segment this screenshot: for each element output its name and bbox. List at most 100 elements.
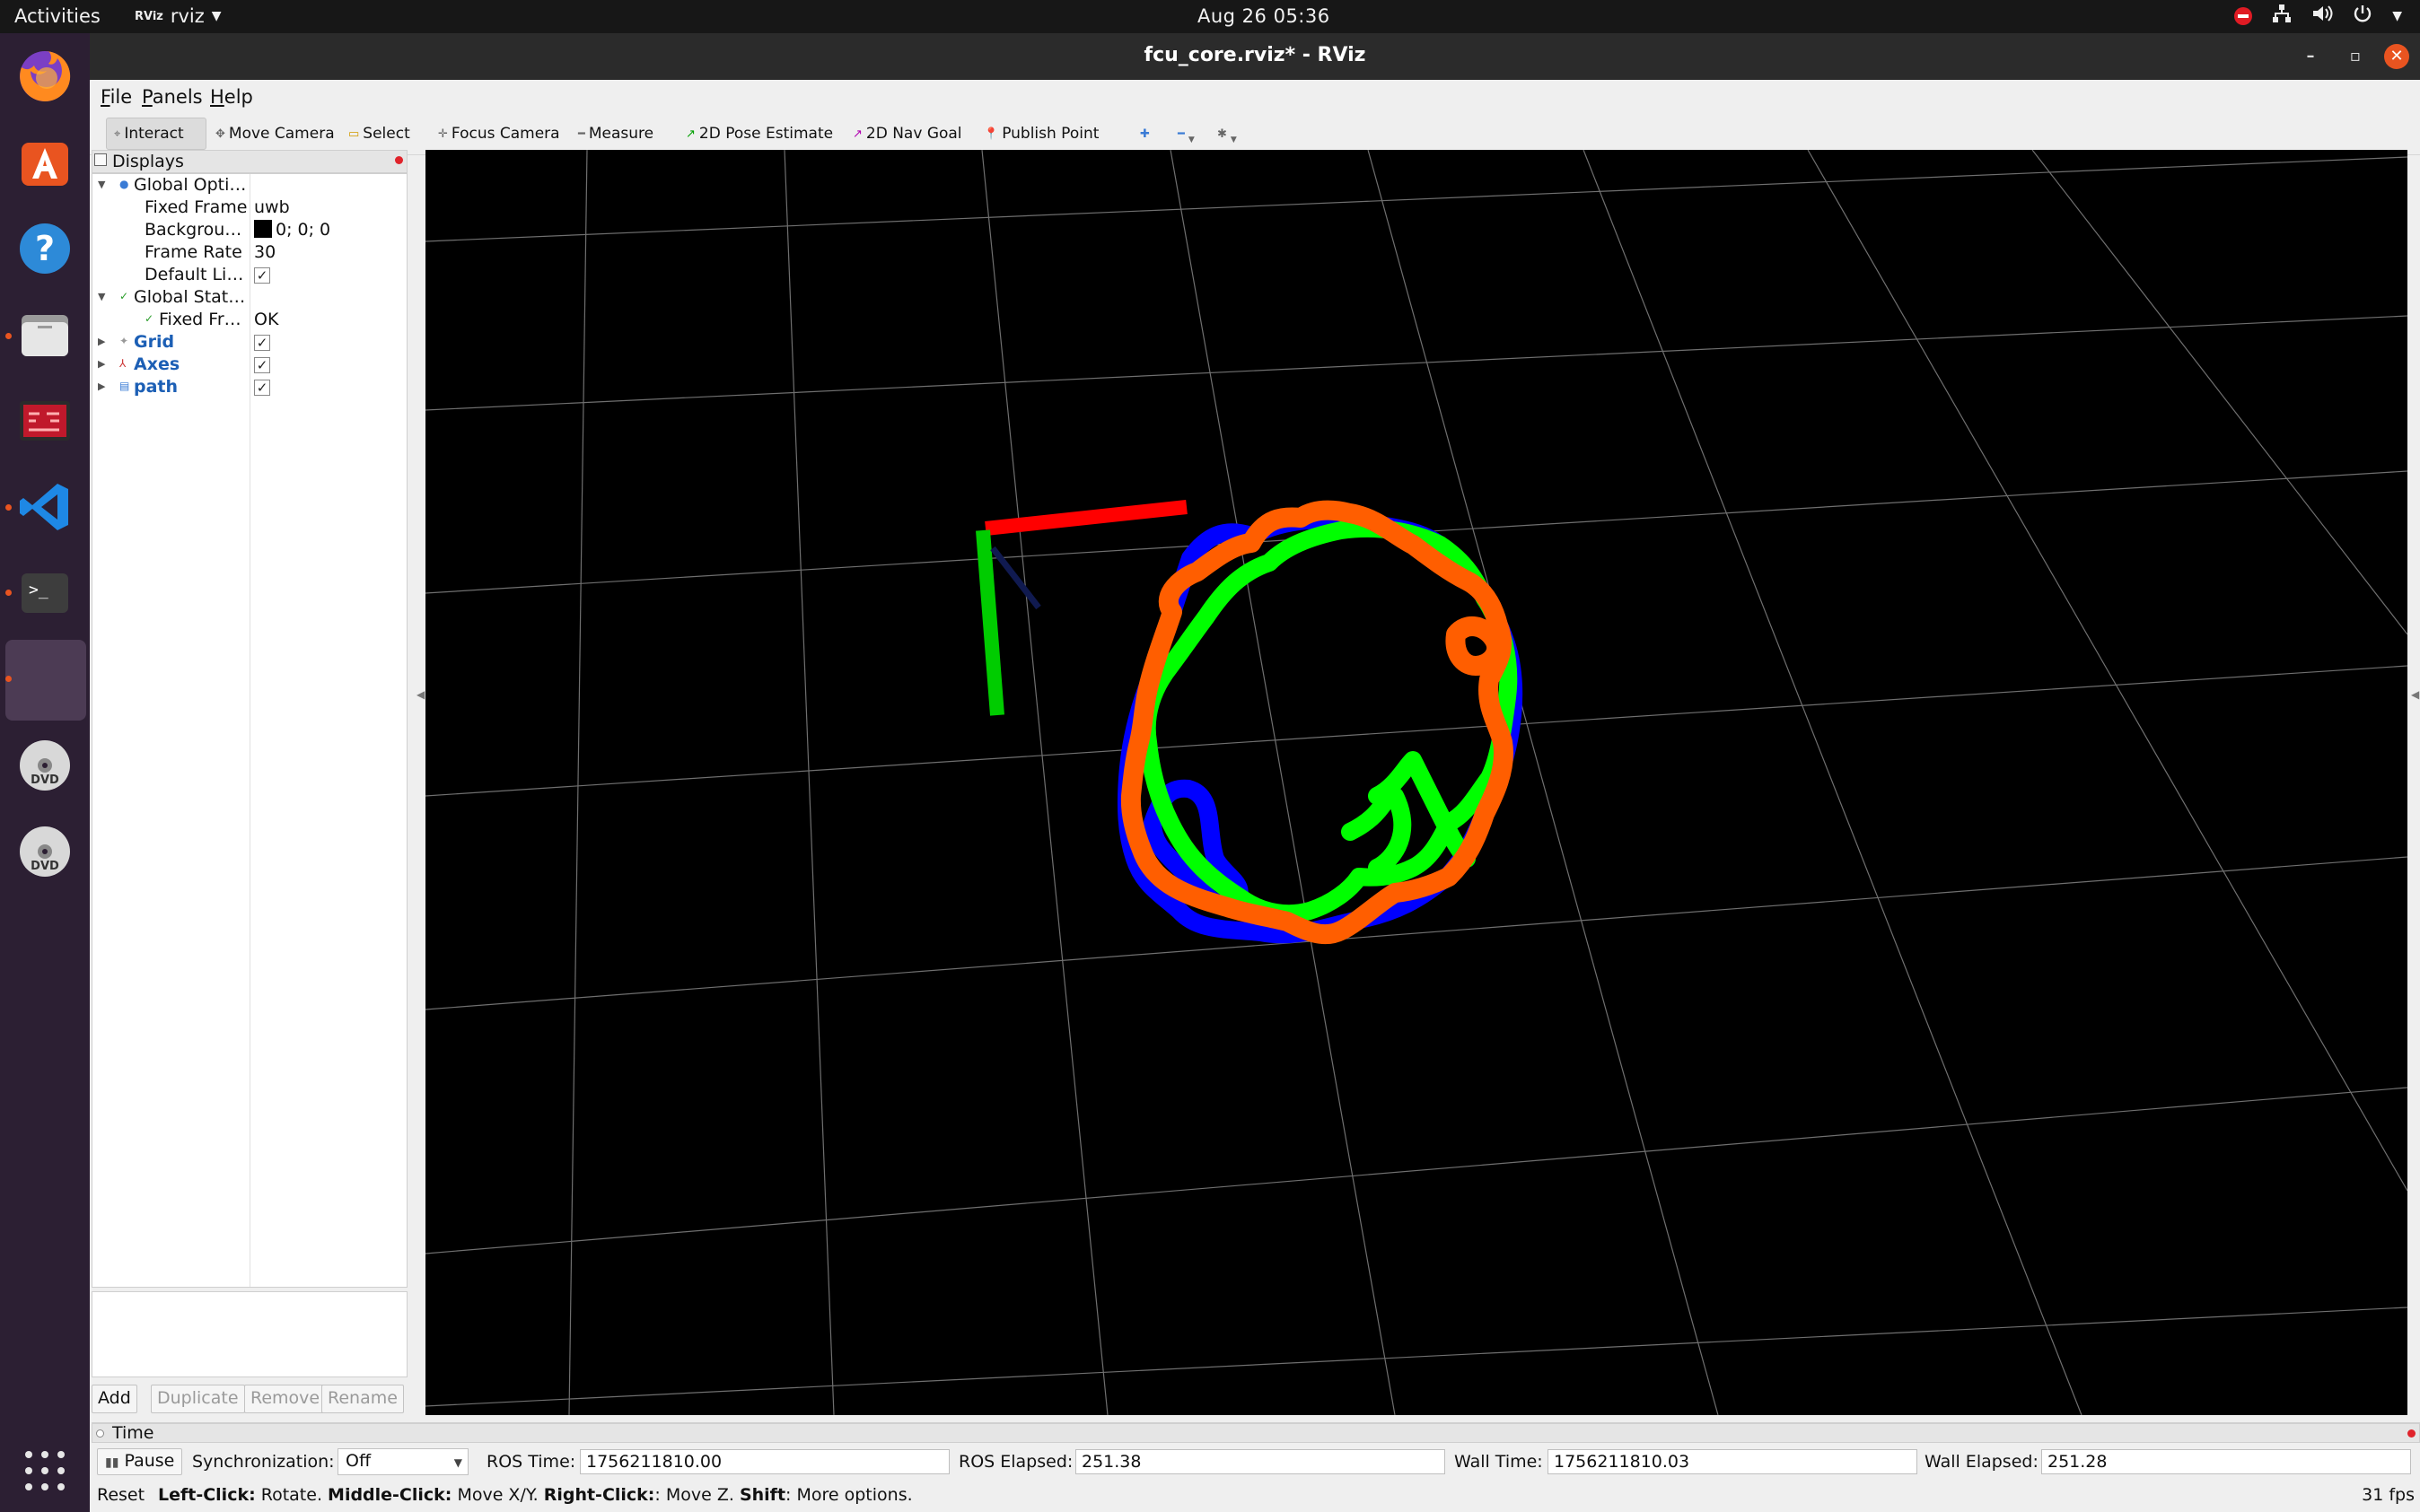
running-indicator	[5, 333, 12, 339]
add-button[interactable]: Add	[92, 1385, 137, 1413]
splitter-handle-left[interactable]: ◀	[416, 688, 425, 701]
sync-select[interactable]: Off ▼	[338, 1448, 469, 1475]
hint-shift-desc: : More options.	[785, 1485, 913, 1505]
displays-panel-header[interactable]: Displays	[92, 150, 408, 173]
select-tool-button[interactable]: ▭ Select	[341, 118, 417, 150]
volume-icon[interactable]	[2311, 4, 2333, 28]
do-not-disturb-icon[interactable]	[2234, 6, 2253, 25]
color-swatch[interactable]	[254, 220, 272, 238]
menu-file[interactable]: File	[101, 86, 132, 108]
remove-tool-button[interactable]: ━ ▼	[1171, 118, 1202, 150]
tree-row-axes[interactable]: ▶ ⅄ Axes ✓	[92, 354, 407, 376]
focus-camera-label: Focus Camera	[451, 125, 560, 143]
expand-arrow-icon[interactable]: ▼	[98, 291, 105, 302]
power-icon[interactable]	[2353, 4, 2372, 28]
status-value: OK	[254, 310, 279, 329]
measure-tool-button[interactable]: ━ Measure	[571, 118, 661, 150]
render-viewport[interactable]	[425, 150, 2407, 1415]
background-value[interactable]: 0; 0; 0	[254, 220, 330, 240]
background-color-text: 0; 0; 0	[276, 220, 331, 240]
fps-counter: 31 fps	[2362, 1485, 2415, 1505]
nav-goal-tool-button[interactable]: ↗ 2D Nav Goal	[846, 118, 969, 150]
ros-elapsed-field[interactable]: 251.38	[1075, 1449, 1445, 1474]
svg-text:DVD: DVD	[31, 860, 59, 873]
grid-checkbox[interactable]: ✓	[254, 335, 270, 351]
wall-time-field[interactable]: 1756211810.03	[1548, 1449, 1917, 1474]
pause-button[interactable]: ▮▮ Pause	[97, 1448, 183, 1475]
time-panel-header[interactable]: Time	[92, 1423, 2420, 1443]
maximize-icon[interactable]: ▫	[2343, 44, 2368, 69]
pose-estimate-tool-button[interactable]: ↗ 2D Pose Estimate	[679, 118, 840, 150]
app-menu[interactable]: RViz rviz ▼	[135, 5, 222, 27]
wall-elapsed-label: Wall Elapsed:	[1925, 1452, 2039, 1472]
vscode-icon[interactable]	[14, 476, 75, 538]
expand-arrow-icon[interactable]: ▶	[98, 336, 105, 347]
terminal-icon[interactable]: >_	[14, 563, 75, 624]
scene-canvas[interactable]	[425, 150, 2407, 1415]
network-icon[interactable]	[2272, 4, 2292, 28]
system-tray[interactable]: ▼	[2234, 4, 2402, 28]
measure-label: Measure	[588, 125, 654, 143]
dvd-icon[interactable]: DVD	[14, 821, 75, 882]
window-titlebar[interactable]: fcu_core.rviz* - RViz – ▫ ✕	[90, 33, 2420, 80]
tree-row-grid[interactable]: ▶ ✦ Grid ✓	[92, 331, 407, 354]
show-apps-icon[interactable]	[14, 1440, 75, 1501]
frame-rate-value[interactable]: 30	[254, 242, 276, 262]
focus-camera-tool-button[interactable]: ✛ Focus Camera	[431, 118, 567, 150]
activities-button[interactable]: Activities	[14, 5, 101, 27]
ros-time-field[interactable]: 1756211810.00	[580, 1449, 950, 1474]
pause-icon: ▮▮	[105, 1455, 119, 1470]
expand-arrow-icon[interactable]: ▶	[98, 358, 105, 370]
expand-arrow-icon[interactable]: ▶	[98, 380, 105, 392]
plus-icon: ✚	[1140, 127, 1150, 141]
interact-tool-button[interactable]: ⌖ Interact	[106, 118, 206, 150]
help-icon[interactable]: ?	[14, 218, 75, 279]
hint-right-click-desc: : Move Z.	[654, 1485, 740, 1505]
displays-tree[interactable]: ▼ ● Global Opti… Fixed Frame uwb Backgro…	[92, 173, 408, 1288]
tree-row-fixed-frame[interactable]: Fixed Frame uwb	[92, 197, 407, 219]
gnome-top-bar: Activities RViz rviz ▼ Aug 26 05:36 ▼	[0, 0, 2420, 33]
dock-active-highlight[interactable]	[5, 640, 86, 721]
tree-row-path[interactable]: ▶ ▤ path ✓	[92, 376, 407, 398]
rviz-app-icon: RViz	[135, 9, 163, 23]
publish-point-tool-button[interactable]: 📍 Publish Point	[977, 118, 1106, 150]
remove-button[interactable]: Remove	[244, 1385, 327, 1413]
chevron-down-icon[interactable]: ▼	[2392, 9, 2402, 23]
add-tool-button[interactable]: ✚	[1133, 118, 1157, 150]
move-camera-tool-button[interactable]: ✥ Move Camera	[208, 118, 342, 150]
tree-row-global-status[interactable]: ▼ ✓ Global Stat…	[92, 286, 407, 309]
wall-elapsed-field[interactable]: 251.28	[2041, 1449, 2411, 1474]
minimize-icon[interactable]: –	[2298, 44, 2323, 69]
close-icon[interactable]: ✕	[2384, 44, 2409, 69]
menu-panels[interactable]: Panels	[142, 86, 203, 108]
axes-checkbox[interactable]: ✓	[254, 357, 270, 373]
rviz-window: fcu_core.rviz* - RViz – ▫ ✕ File Panels …	[90, 33, 2420, 1512]
path-checkbox[interactable]: ✓	[254, 380, 270, 396]
expand-arrow-icon[interactable]: ▼	[98, 179, 105, 190]
tree-row-fixed-frame-status[interactable]: ✓ Fixed Fr… OK	[92, 309, 407, 331]
tree-row-frame-rate[interactable]: Frame Rate 30	[92, 241, 407, 264]
splitter-handle-right[interactable]: ◀	[2411, 688, 2419, 701]
check-icon: ✓	[145, 312, 154, 325]
check-icon: ✓	[119, 290, 129, 302]
rviz-icon[interactable]	[14, 390, 75, 451]
default-light-checkbox[interactable]: ✓	[254, 267, 270, 284]
dvd-icon[interactable]: DVD	[14, 735, 75, 796]
clock[interactable]: Aug 26 05:36	[1197, 5, 1330, 27]
close-icon[interactable]	[395, 156, 403, 164]
app-center-icon[interactable]	[14, 132, 75, 193]
tree-label: Default Li…	[145, 265, 244, 284]
tool-properties-button[interactable]: ✱ ▼	[1210, 118, 1244, 150]
close-icon[interactable]	[2407, 1429, 2416, 1438]
tree-row-background[interactable]: Backgrou… 0; 0; 0	[92, 219, 407, 241]
rename-button[interactable]: Rename	[321, 1385, 404, 1413]
fixed-frame-value[interactable]: uwb	[254, 197, 290, 217]
firefox-icon[interactable]	[14, 46, 75, 107]
tree-row-global-options[interactable]: ▼ ● Global Opti…	[92, 174, 407, 197]
reset-button[interactable]: Reset	[97, 1485, 145, 1505]
svg-text:?: ?	[35, 229, 55, 268]
files-icon[interactable]	[14, 304, 75, 365]
duplicate-button[interactable]: Duplicate	[151, 1385, 245, 1413]
menu-help[interactable]: Help	[210, 86, 253, 108]
tree-row-default-light[interactable]: Default Li… ✓	[92, 264, 407, 286]
